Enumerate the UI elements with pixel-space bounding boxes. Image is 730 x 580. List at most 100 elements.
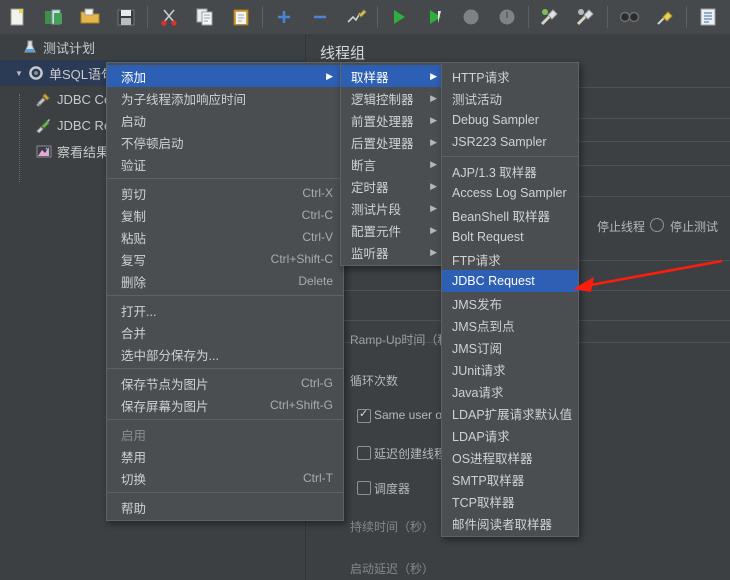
menu-item[interactable]: 粘贴 Ctrl-V	[107, 226, 343, 248]
menu-item[interactable]: 邮件阅读者取样器	[442, 512, 578, 534]
menu-item-label: 切换	[121, 472, 147, 487]
menu-item[interactable]: FTP请求	[442, 248, 578, 270]
menu-item[interactable]: 测试活动	[442, 87, 578, 109]
new-icon[interactable]	[0, 2, 36, 32]
menu-item[interactable]: JDBC Request	[442, 270, 578, 292]
menu-item[interactable]: 复写 Ctrl+Shift-C	[107, 248, 343, 270]
menu-item[interactable]: SMTP取样器	[442, 468, 578, 490]
menu-item[interactable]: 打开...	[107, 299, 343, 321]
chevron-right-icon: ▶	[430, 224, 437, 235]
menu-item[interactable]: 添加 ▶	[107, 65, 343, 87]
menu-item[interactable]: 启动	[107, 109, 343, 131]
menu-item[interactable]: BeanShell 取样器	[442, 204, 578, 226]
open-icon[interactable]	[72, 2, 108, 32]
menu-item[interactable]: Java请求	[442, 380, 578, 402]
menu-item-accelerator: Ctrl-X	[302, 186, 333, 200]
menu-item[interactable]: 断言 ▶	[341, 153, 443, 175]
menu-item-label: 逻辑控制器	[351, 92, 414, 107]
collapse-all-icon[interactable]	[302, 2, 338, 32]
menu-item[interactable]: 测试片段 ▶	[341, 197, 443, 219]
menu-item-label: 验证	[121, 158, 147, 173]
menu-item-label: 保存节点为图片	[121, 377, 209, 392]
add-submenu[interactable]: 取样器 ▶ 逻辑控制器 ▶ 前置处理器 ▶ 后置处理器 ▶ 断言 ▶ 定时器 ▶ 测试片段 ▶ 配置元件 ▶ 监…	[340, 62, 444, 266]
menu-item-label: 断言	[351, 158, 377, 173]
menu-item[interactable]: 保存屏幕为图片 Ctrl+Shift-G	[107, 394, 343, 416]
toggle-icon[interactable]	[338, 2, 374, 32]
menu-item[interactable]: Access Log Sampler	[442, 182, 578, 204]
menu-item[interactable]: JMS点到点	[442, 314, 578, 336]
expand-all-icon[interactable]	[266, 2, 302, 32]
function-helper-icon[interactable]	[690, 2, 726, 32]
menu-item[interactable]: 不停顿启动	[107, 131, 343, 153]
menu-item[interactable]: 取样器 ▶	[341, 65, 443, 87]
menu-item-label: 粘贴	[121, 231, 147, 246]
menu-item[interactable]: Bolt Request	[442, 226, 578, 248]
copy-icon[interactable]	[187, 2, 223, 32]
chevron-right-icon: ▶	[430, 180, 437, 191]
menu-item[interactable]: 选中部分保存为...	[107, 343, 343, 365]
menu-item[interactable]: 启用	[107, 423, 343, 445]
menu-item[interactable]: JMS订阅	[442, 336, 578, 358]
save-icon[interactable]	[108, 2, 144, 32]
menu-item[interactable]: 保存节点为图片 Ctrl-G	[107, 372, 343, 394]
menu-item[interactable]: 逻辑控制器 ▶	[341, 87, 443, 109]
menu-item[interactable]: 删除 Delete	[107, 270, 343, 292]
chevron-right-icon: ▶	[430, 70, 437, 81]
menu-item[interactable]: LDAP扩展请求默认值	[442, 402, 578, 424]
menu-item[interactable]: AJP/1.3 取样器	[442, 160, 578, 182]
menu-item[interactable]: HTTP请求	[442, 65, 578, 87]
menu-item-label: 添加	[121, 70, 147, 85]
menu-item[interactable]: 为子线程添加响应时间	[107, 87, 343, 109]
cut-icon[interactable]	[151, 2, 187, 32]
menu-item[interactable]: 复制 Ctrl-C	[107, 204, 343, 226]
node-context-menu[interactable]: 添加 ▶ 为子线程添加响应时间 启动 不停顿启动 验证 剪切 Ctrl-X 复制 Ctrl-C 粘贴…	[106, 62, 344, 521]
menu-separator	[107, 368, 343, 369]
menu-item[interactable]: 剪切 Ctrl-X	[107, 182, 343, 204]
sampler-submenu[interactable]: HTTP请求 测试活动 Debug Sampler JSR223 Sampler AJP…	[441, 62, 579, 537]
stop-test-label: 停止测试	[670, 220, 719, 234]
menu-item[interactable]: LDAP请求	[442, 424, 578, 446]
menu-item[interactable]: JMS发布	[442, 292, 578, 314]
delay-thread-creation-checkbox[interactable]	[357, 446, 371, 460]
menu-item[interactable]: 验证	[107, 153, 343, 175]
stop-test-radio[interactable]	[650, 218, 664, 232]
menu-item[interactable]: 定时器 ▶	[341, 175, 443, 197]
menu-item[interactable]: TCP取样器	[442, 490, 578, 512]
menu-item-label: Access Log Sampler	[452, 186, 567, 200]
menu-item-label: 测试活动	[452, 92, 503, 107]
search-icon[interactable]	[611, 2, 647, 32]
reset-search-icon[interactable]	[647, 2, 683, 32]
menu-item[interactable]: 切换 Ctrl-T	[107, 467, 343, 489]
menu-item[interactable]: JUnit请求	[442, 358, 578, 380]
same-user-checkbox[interactable]	[357, 407, 371, 423]
menu-item-label: JMS订阅	[452, 341, 503, 356]
start-no-pause-icon[interactable]	[417, 2, 453, 32]
jdbc-config-icon	[34, 90, 54, 108]
toolbar-separator-2	[262, 6, 263, 28]
menu-item[interactable]: JSR223 Sampler	[442, 131, 578, 153]
clear-all-icon[interactable]	[568, 2, 604, 32]
menu-item-label: HTTP请求	[452, 70, 510, 85]
menu-item[interactable]: Debug Sampler	[442, 109, 578, 131]
menu-item[interactable]: 监听器 ▶	[341, 241, 443, 263]
tree-node-test-plan[interactable]: 测试计划	[0, 34, 305, 60]
menu-item[interactable]: OS进程取样器	[442, 446, 578, 468]
clear-icon[interactable]	[532, 2, 568, 32]
menu-item[interactable]: 配置元件 ▶	[341, 219, 443, 241]
shutdown-icon[interactable]	[489, 2, 525, 32]
menu-item[interactable]: 前置处理器 ▶	[341, 109, 443, 131]
menu-item[interactable]: 帮助	[107, 496, 343, 518]
start-icon[interactable]	[381, 2, 417, 32]
scheduler-checkbox[interactable]	[357, 481, 371, 495]
tree-twisty-expanded[interactable]: ▼	[12, 69, 26, 78]
templates-icon[interactable]	[36, 2, 72, 32]
menu-item-accelerator: Ctrl+Shift-C	[270, 252, 333, 266]
menu-item[interactable]: 后置处理器 ▶	[341, 131, 443, 153]
loop-count-label: 循环次数	[350, 374, 399, 388]
menu-item[interactable]: 禁用	[107, 445, 343, 467]
test-plan-icon	[20, 38, 40, 56]
paste-icon[interactable]	[223, 2, 259, 32]
stop-icon[interactable]	[453, 2, 489, 32]
menu-item-accelerator: Delete	[298, 274, 333, 288]
menu-item[interactable]: 合并	[107, 321, 343, 343]
